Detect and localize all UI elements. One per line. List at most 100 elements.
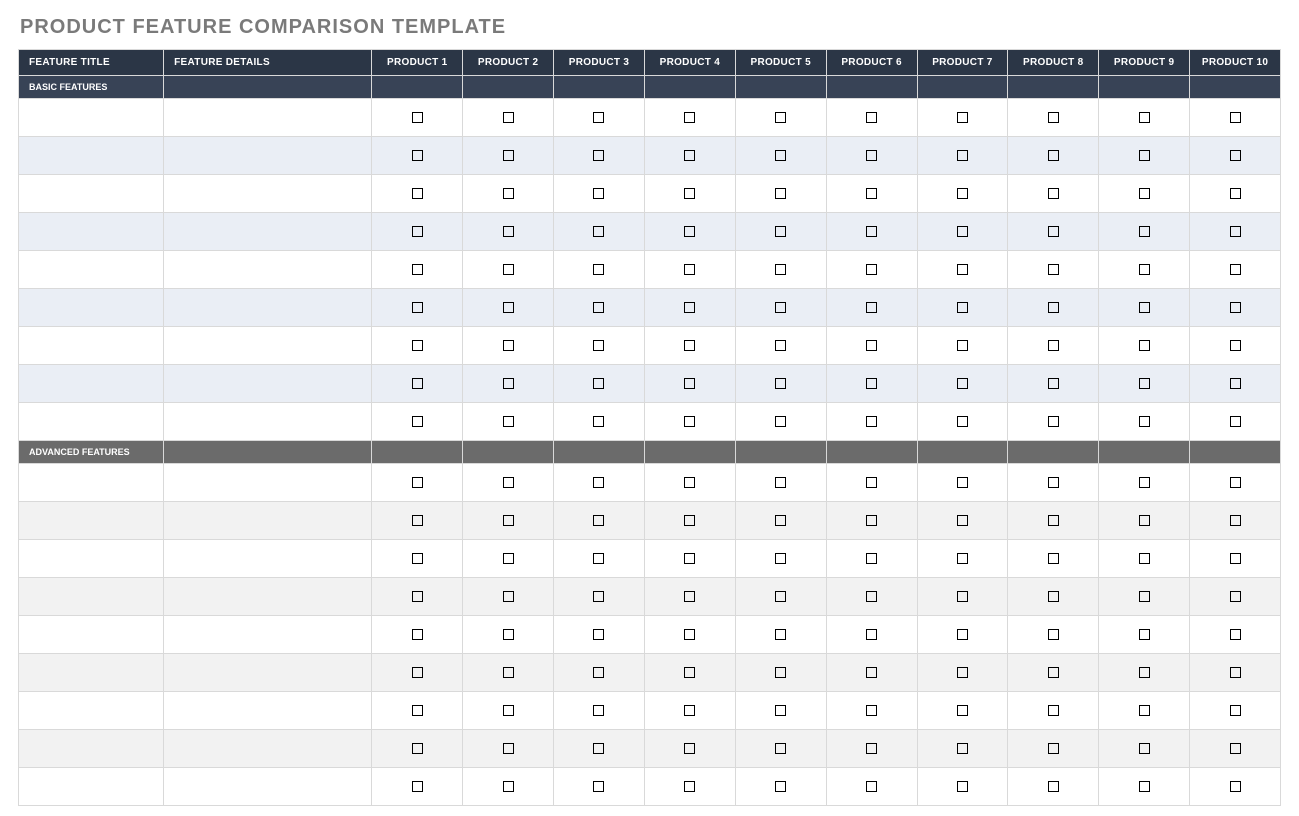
cell-product-3[interactable] (554, 730, 645, 768)
checkbox-icon[interactable] (1139, 264, 1150, 275)
checkbox-icon[interactable] (1139, 705, 1150, 716)
cell-product-2[interactable] (463, 578, 554, 616)
cell-product-6[interactable] (826, 502, 917, 540)
cell-feature-details[interactable] (164, 327, 372, 365)
cell-product-10[interactable] (1190, 464, 1281, 502)
cell-product-5[interactable] (735, 175, 826, 213)
checkbox-icon[interactable] (1048, 629, 1059, 640)
cell-product-9[interactable] (1099, 616, 1190, 654)
cell-product-3[interactable] (554, 502, 645, 540)
cell-product-2[interactable] (463, 403, 554, 441)
cell-product-8[interactable] (1008, 540, 1099, 578)
cell-product-1[interactable] (372, 578, 463, 616)
checkbox-icon[interactable] (593, 629, 604, 640)
cell-feature-details[interactable] (164, 137, 372, 175)
cell-product-5[interactable] (735, 578, 826, 616)
checkbox-icon[interactable] (866, 781, 877, 792)
cell-product-9[interactable] (1099, 464, 1190, 502)
cell-product-5[interactable] (735, 730, 826, 768)
cell-product-8[interactable] (1008, 251, 1099, 289)
cell-product-3[interactable] (554, 768, 645, 806)
checkbox-icon[interactable] (775, 378, 786, 389)
cell-product-4[interactable] (644, 403, 735, 441)
cell-product-2[interactable] (463, 289, 554, 327)
checkbox-icon[interactable] (1048, 667, 1059, 678)
checkbox-icon[interactable] (412, 378, 423, 389)
checkbox-icon[interactable] (957, 591, 968, 602)
cell-product-5[interactable] (735, 289, 826, 327)
checkbox-icon[interactable] (1230, 743, 1241, 754)
checkbox-icon[interactable] (1139, 340, 1150, 351)
cell-product-7[interactable] (917, 502, 1008, 540)
cell-product-7[interactable] (917, 730, 1008, 768)
cell-product-5[interactable] (735, 692, 826, 730)
cell-product-3[interactable] (554, 213, 645, 251)
checkbox-icon[interactable] (412, 226, 423, 237)
cell-product-4[interactable] (644, 616, 735, 654)
cell-product-2[interactable] (463, 464, 554, 502)
cell-product-4[interactable] (644, 654, 735, 692)
checkbox-icon[interactable] (957, 264, 968, 275)
cell-product-2[interactable] (463, 654, 554, 692)
cell-product-3[interactable] (554, 578, 645, 616)
cell-product-7[interactable] (917, 213, 1008, 251)
checkbox-icon[interactable] (684, 629, 695, 640)
checkbox-icon[interactable] (593, 591, 604, 602)
cell-feature-details[interactable] (164, 540, 372, 578)
cell-product-2[interactable] (463, 251, 554, 289)
cell-product-9[interactable] (1099, 251, 1190, 289)
cell-feature-details[interactable] (164, 616, 372, 654)
checkbox-icon[interactable] (775, 629, 786, 640)
cell-product-4[interactable] (644, 730, 735, 768)
cell-feature-details[interactable] (164, 175, 372, 213)
cell-product-1[interactable] (372, 540, 463, 578)
checkbox-icon[interactable] (593, 416, 604, 427)
cell-product-1[interactable] (372, 365, 463, 403)
cell-product-4[interactable] (644, 768, 735, 806)
cell-product-9[interactable] (1099, 137, 1190, 175)
checkbox-icon[interactable] (593, 553, 604, 564)
cell-product-4[interactable] (644, 213, 735, 251)
checkbox-icon[interactable] (866, 416, 877, 427)
cell-product-9[interactable] (1099, 768, 1190, 806)
checkbox-icon[interactable] (866, 226, 877, 237)
checkbox-icon[interactable] (957, 112, 968, 123)
checkbox-icon[interactable] (866, 378, 877, 389)
checkbox-icon[interactable] (684, 553, 695, 564)
cell-product-9[interactable] (1099, 99, 1190, 137)
checkbox-icon[interactable] (684, 226, 695, 237)
checkbox-icon[interactable] (503, 705, 514, 716)
checkbox-icon[interactable] (1230, 378, 1241, 389)
cell-product-6[interactable] (826, 616, 917, 654)
checkbox-icon[interactable] (775, 477, 786, 488)
cell-product-3[interactable] (554, 289, 645, 327)
cell-product-7[interactable] (917, 137, 1008, 175)
cell-feature-details[interactable] (164, 99, 372, 137)
cell-product-7[interactable] (917, 251, 1008, 289)
checkbox-icon[interactable] (775, 226, 786, 237)
checkbox-icon[interactable] (775, 264, 786, 275)
cell-product-10[interactable] (1190, 327, 1281, 365)
checkbox-icon[interactable] (1139, 477, 1150, 488)
cell-product-1[interactable] (372, 692, 463, 730)
cell-product-6[interactable] (826, 654, 917, 692)
checkbox-icon[interactable] (1230, 340, 1241, 351)
cell-feature-details[interactable] (164, 730, 372, 768)
checkbox-icon[interactable] (1048, 112, 1059, 123)
cell-product-1[interactable] (372, 768, 463, 806)
cell-feature-title[interactable] (19, 213, 164, 251)
cell-product-4[interactable] (644, 175, 735, 213)
cell-product-9[interactable] (1099, 540, 1190, 578)
cell-product-1[interactable] (372, 616, 463, 654)
checkbox-icon[interactable] (957, 743, 968, 754)
cell-product-10[interactable] (1190, 175, 1281, 213)
cell-product-6[interactable] (826, 464, 917, 502)
checkbox-icon[interactable] (1230, 629, 1241, 640)
checkbox-icon[interactable] (1048, 743, 1059, 754)
checkbox-icon[interactable] (866, 629, 877, 640)
cell-product-1[interactable] (372, 175, 463, 213)
cell-product-10[interactable] (1190, 251, 1281, 289)
cell-product-5[interactable] (735, 137, 826, 175)
cell-product-10[interactable] (1190, 403, 1281, 441)
checkbox-icon[interactable] (684, 302, 695, 313)
